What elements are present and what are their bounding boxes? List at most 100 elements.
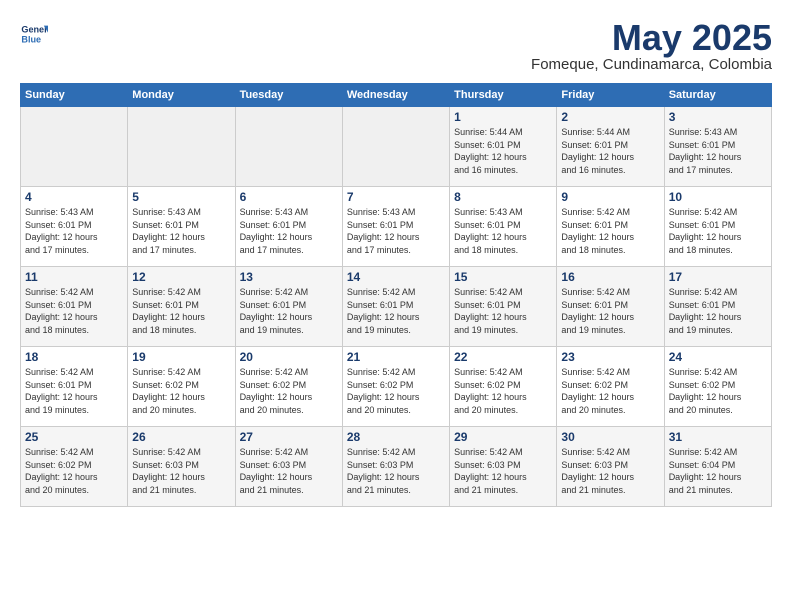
day-info: Sunrise: 5:42 AM Sunset: 6:02 PM Dayligh… — [561, 366, 659, 416]
day-number: 5 — [132, 190, 230, 204]
calendar-cell: 17 Sunrise: 5:42 AM Sunset: 6:01 PM Dayli… — [664, 267, 771, 347]
day-info: Sunrise: 5:43 AM Sunset: 6:01 PM Dayligh… — [25, 206, 123, 256]
day-info: Sunrise: 5:42 AM Sunset: 6:01 PM Dayligh… — [25, 286, 123, 336]
day-info: Sunrise: 5:43 AM Sunset: 6:01 PM Dayligh… — [132, 206, 230, 256]
day-number: 12 — [132, 270, 230, 284]
calendar-cell — [342, 107, 449, 187]
day-info: Sunrise: 5:42 AM Sunset: 6:03 PM Dayligh… — [240, 446, 338, 496]
day-info: Sunrise: 5:42 AM Sunset: 6:03 PM Dayligh… — [454, 446, 552, 496]
calendar-cell: 18Sunrise: 5:42 AM Sunset: 6:01 PM Dayli… — [21, 347, 128, 427]
day-number: 27 — [240, 430, 338, 444]
day-number: 11 — [25, 270, 123, 284]
calendar-cell: 15 Sunrise: 5:42 AM Sunset: 6:01 PM Dayli… — [450, 267, 557, 347]
day-number: 28 — [347, 430, 445, 444]
day-info: Sunrise: 5:42 AM Sunset: 6:01 PM Dayligh… — [561, 286, 659, 336]
day-number: 7 — [347, 190, 445, 204]
calendar-cell: 8Sunrise: 5:43 AM Sunset: 6:01 PM Daylig… — [450, 187, 557, 267]
day-info: Sunrise: 5:42 AM Sunset: 6:01 PM Dayligh… — [454, 286, 552, 336]
calendar-cell: 11 Sunrise: 5:42 AM Sunset: 6:01 PM Dayli… — [21, 267, 128, 347]
day-info: Sunrise: 5:42 AM Sunset: 6:03 PM Dayligh… — [347, 446, 445, 496]
day-number: 24 — [669, 350, 767, 364]
day-number: 9 — [561, 190, 659, 204]
logo: General Blue — [20, 20, 48, 48]
calendar-cell: 2 Sunrise: 5:44 AM Sunset: 6:01 PM Daylig… — [557, 107, 664, 187]
day-info: Sunrise: 5:42 AM Sunset: 6:03 PM Dayligh… — [561, 446, 659, 496]
day-number: 26 — [132, 430, 230, 444]
weekday-header: Wednesday — [342, 84, 449, 107]
day-info: Sunrise: 5:42 AM Sunset: 6:02 PM Dayligh… — [347, 366, 445, 416]
calendar-cell: 13 Sunrise: 5:42 AM Sunset: 6:01 PM Dayli… — [235, 267, 342, 347]
calendar-cell: 31 Sunrise: 5:42 AM Sunset: 6:04 PM Dayli… — [664, 427, 771, 507]
calendar-cell: 1Sunrise: 5:44 AM Sunset: 6:01 PM Daylig… — [450, 107, 557, 187]
calendar-header-row: SundayMondayTuesdayWednesdayThursdayFrid… — [21, 84, 772, 107]
day-number: 19 — [132, 350, 230, 364]
calendar-cell: 22 Sunrise: 5:42 AM Sunset: 6:02 PM Dayli… — [450, 347, 557, 427]
svg-text:Blue: Blue — [21, 34, 41, 44]
location-title: Fomeque, Cundinamarca, Colombia — [531, 56, 772, 73]
day-info: Sunrise: 5:42 AM Sunset: 6:01 PM Dayligh… — [669, 286, 767, 336]
day-number: 4 — [25, 190, 123, 204]
day-number: 21 — [347, 350, 445, 364]
calendar-cell: 5 Sunrise: 5:43 AM Sunset: 6:01 PM Daylig… — [128, 187, 235, 267]
day-info: Sunrise: 5:42 AM Sunset: 6:02 PM Dayligh… — [454, 366, 552, 416]
day-info: Sunrise: 5:42 AM Sunset: 6:03 PM Dayligh… — [132, 446, 230, 496]
calendar-cell: 6Sunrise: 5:43 AM Sunset: 6:01 PM Daylig… — [235, 187, 342, 267]
calendar-cell: 30Sunrise: 5:42 AM Sunset: 6:03 PM Dayli… — [557, 427, 664, 507]
calendar-cell: 10 Sunrise: 5:42 AM Sunset: 6:01 PM Dayli… — [664, 187, 771, 267]
day-number: 6 — [240, 190, 338, 204]
calendar-cell: 27 Sunrise: 5:42 AM Sunset: 6:03 PM Dayli… — [235, 427, 342, 507]
logo-icon: General Blue — [20, 20, 48, 48]
day-info: Sunrise: 5:42 AM Sunset: 6:01 PM Dayligh… — [240, 286, 338, 336]
svg-text:General: General — [21, 25, 48, 35]
weekday-header: Saturday — [664, 84, 771, 107]
day-info: Sunrise: 5:43 AM Sunset: 6:01 PM Dayligh… — [347, 206, 445, 256]
day-info: Sunrise: 5:42 AM Sunset: 6:01 PM Dayligh… — [669, 206, 767, 256]
day-info: Sunrise: 5:42 AM Sunset: 6:01 PM Dayligh… — [561, 206, 659, 256]
weekday-header: Tuesday — [235, 84, 342, 107]
calendar-cell: 7 Sunrise: 5:43 AM Sunset: 6:01 PM Daylig… — [342, 187, 449, 267]
day-number: 13 — [240, 270, 338, 284]
day-number: 15 — [454, 270, 552, 284]
day-number: 29 — [454, 430, 552, 444]
day-info: Sunrise: 5:44 AM Sunset: 6:01 PM Dayligh… — [561, 126, 659, 176]
day-number: 14 — [347, 270, 445, 284]
calendar-cell: 16 Sunrise: 5:42 AM Sunset: 6:01 PM Dayli… — [557, 267, 664, 347]
day-info: Sunrise: 5:42 AM Sunset: 6:01 PM Dayligh… — [347, 286, 445, 336]
calendar-week-row: 18Sunrise: 5:42 AM Sunset: 6:01 PM Dayli… — [21, 347, 772, 427]
weekday-header: Monday — [128, 84, 235, 107]
month-title: May 2025 — [531, 20, 772, 56]
weekday-header: Thursday — [450, 84, 557, 107]
calendar-week-row: 11 Sunrise: 5:42 AM Sunset: 6:01 PM Dayli… — [21, 267, 772, 347]
day-number: 20 — [240, 350, 338, 364]
day-info: Sunrise: 5:42 AM Sunset: 6:02 PM Dayligh… — [669, 366, 767, 416]
day-number: 10 — [669, 190, 767, 204]
calendar-cell: 28 Sunrise: 5:42 AM Sunset: 6:03 PM Dayli… — [342, 427, 449, 507]
calendar-cell: 26 Sunrise: 5:42 AM Sunset: 6:03 PM Dayli… — [128, 427, 235, 507]
day-number: 8 — [454, 190, 552, 204]
day-number: 17 — [669, 270, 767, 284]
day-number: 16 — [561, 270, 659, 284]
day-info: Sunrise: 5:43 AM Sunset: 6:01 PM Dayligh… — [669, 126, 767, 176]
day-number: 18 — [25, 350, 123, 364]
calendar-cell: 14 Sunrise: 5:42 AM Sunset: 6:01 PM Dayli… — [342, 267, 449, 347]
day-number: 3 — [669, 110, 767, 124]
calendar-cell: 9 Sunrise: 5:42 AM Sunset: 6:01 PM Daylig… — [557, 187, 664, 267]
weekday-header: Sunday — [21, 84, 128, 107]
calendar-week-row: 4 Sunrise: 5:43 AM Sunset: 6:01 PM Daylig… — [21, 187, 772, 267]
day-number: 31 — [669, 430, 767, 444]
day-number: 2 — [561, 110, 659, 124]
day-info: Sunrise: 5:42 AM Sunset: 6:02 PM Dayligh… — [240, 366, 338, 416]
calendar-cell: 24 Sunrise: 5:42 AM Sunset: 6:02 PM Dayli… — [664, 347, 771, 427]
day-info: Sunrise: 5:42 AM Sunset: 6:04 PM Dayligh… — [669, 446, 767, 496]
day-number: 23 — [561, 350, 659, 364]
day-info: Sunrise: 5:42 AM Sunset: 6:02 PM Dayligh… — [25, 446, 123, 496]
calendar-body: 1 Sunrise: 5:44 AM Sunset: 6:01 PM Daylig… — [21, 107, 772, 507]
calendar-week-row: 1 Sunrise: 5:44 AM Sunset: 6:01 PM Daylig… — [21, 107, 772, 187]
calendar-cell: 23 Sunrise: 5:42 AM Sunset: 6:02 PM Dayli… — [557, 347, 664, 427]
calendar-cell — [21, 107, 128, 187]
calendar-week-row: 25Sunrise: 5:42 AM Sunset: 6:02 PM Dayli… — [21, 427, 772, 507]
calendar-cell: 19Sunrise: 5:42 AM Sunset: 6:02 PM Dayli… — [128, 347, 235, 427]
day-number: 22 — [454, 350, 552, 364]
day-number: 1 — [454, 110, 552, 124]
weekday-header: Friday — [557, 84, 664, 107]
